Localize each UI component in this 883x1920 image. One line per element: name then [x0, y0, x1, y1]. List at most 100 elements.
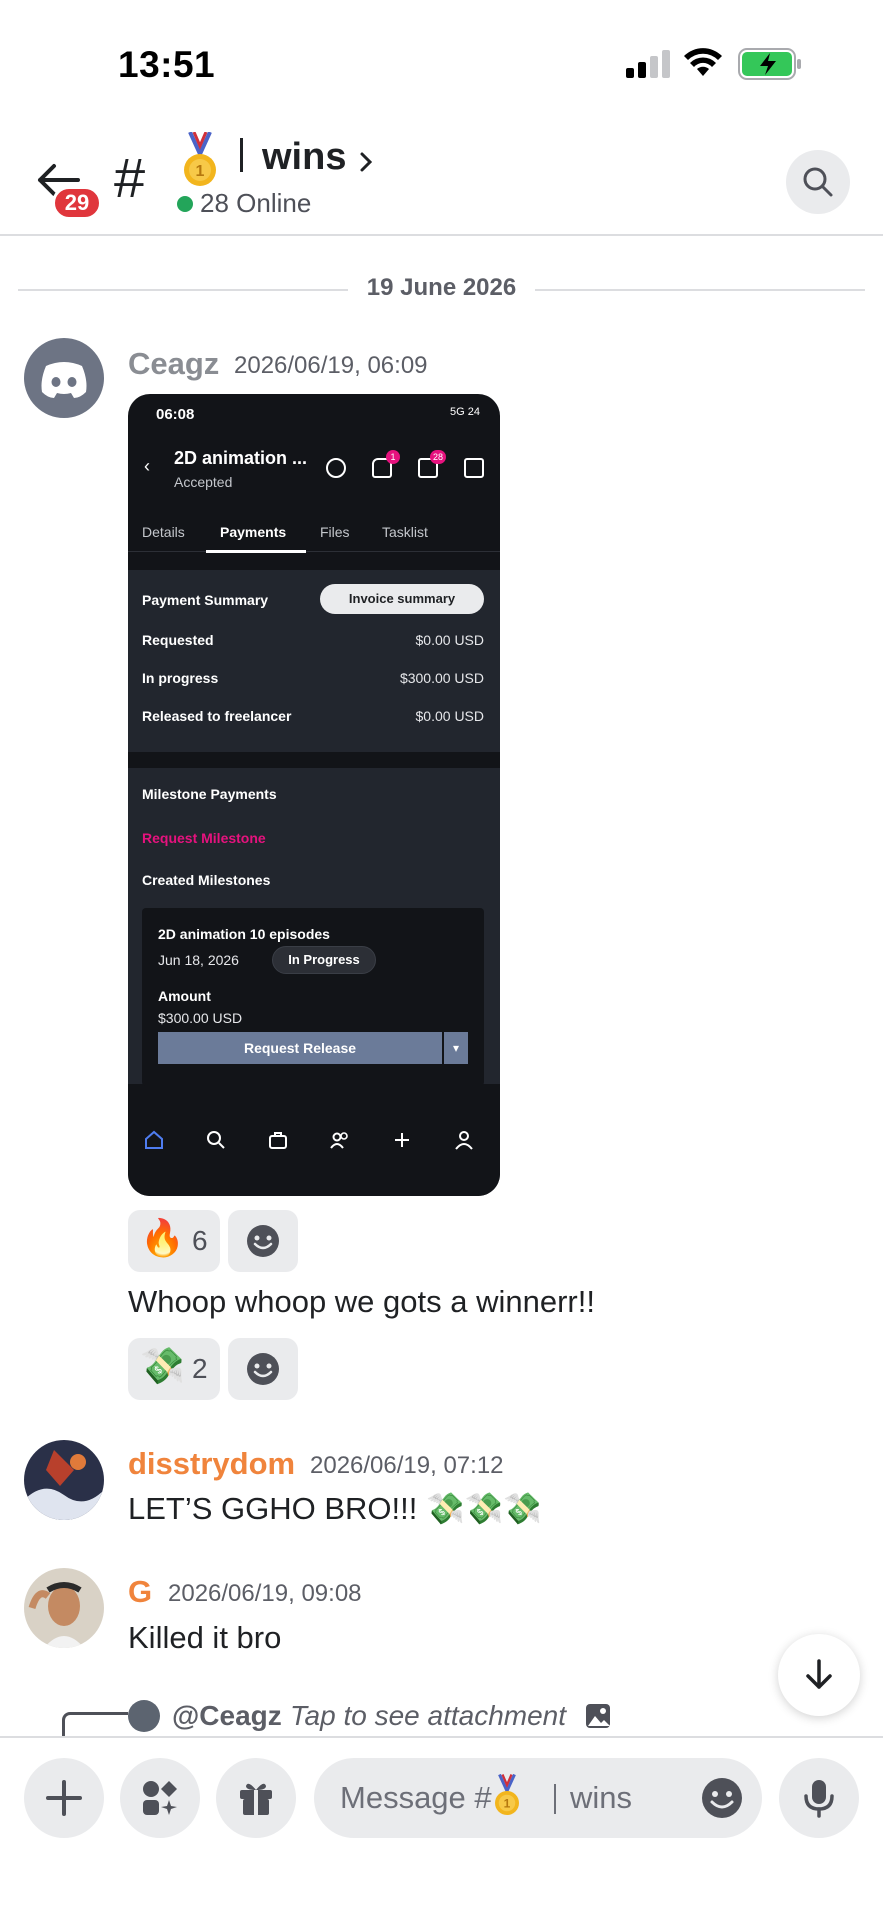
folder-badge: 28	[430, 450, 447, 464]
user-avatar-image	[24, 1440, 104, 1520]
svg-text:1: 1	[196, 163, 205, 180]
reaction-fire[interactable]: 🔥 6	[128, 1210, 220, 1272]
reply-mention[interactable]: @Ceagz	[172, 1700, 282, 1732]
attachment-project-status: Accepted	[174, 474, 233, 490]
message-text: Killed it bro	[128, 1620, 282, 1655]
reply-preview-text[interactable]: Tap to see attachment	[290, 1700, 566, 1732]
attachment-project-title: 2D animation ...	[174, 448, 308, 468]
smiley-icon	[247, 1353, 279, 1385]
chevron-right-icon[interactable]	[356, 150, 376, 174]
add-attachment-button[interactable]	[24, 1758, 104, 1838]
request-milestone-link: Request Milestone	[142, 830, 266, 846]
plus-icon	[46, 1780, 82, 1816]
milestone-card: 2D animation 10 episodes Jun 18, 2026 In…	[142, 908, 484, 1086]
avatar[interactable]	[24, 1440, 104, 1520]
message-input-divider	[554, 1784, 556, 1814]
microphone-icon	[804, 1780, 834, 1818]
money-wings-emoji-icon: 💸	[140, 1345, 185, 1386]
online-count: 28 Online	[200, 188, 312, 218]
search-icon	[207, 1131, 225, 1149]
add-reaction-button[interactable]	[228, 1338, 298, 1400]
attachment-back-icon: ‹	[144, 456, 150, 476]
request-release-button: Request Release	[158, 1032, 442, 1064]
milestone-payments-label: Milestone Payments	[142, 786, 277, 802]
emoji-picker-icon[interactable]	[700, 1776, 744, 1820]
reaction-money[interactable]: 💸 2	[128, 1338, 220, 1400]
message-timestamp: 2026/06/19, 09:08	[168, 1580, 362, 1607]
search-button[interactable]	[786, 150, 850, 214]
people-icon	[330, 1132, 348, 1149]
avatar[interactable]	[24, 338, 104, 418]
attachment-tab: Details	[142, 524, 185, 540]
created-milestones-label: Created Milestones	[142, 872, 271, 888]
attachment-tab: Tasklist	[382, 524, 428, 540]
reply-connector	[62, 1712, 128, 1738]
gold-medal-icon: 1	[495, 1774, 519, 1815]
payment-row-value: $0.00 USD	[415, 632, 484, 648]
add-reaction-button[interactable]	[228, 1210, 298, 1272]
message-text: Whoop whoop we gots a winnerr!!	[128, 1284, 595, 1319]
milestone-amount: $300.00 USD	[158, 1010, 243, 1026]
image-attachment[interactable]: 06:08 5G 24 ‹ 2D animation ... Accepted …	[128, 394, 500, 1196]
unread-count-badge: 29	[52, 186, 102, 220]
milestone-status-badge: In Progress	[272, 946, 376, 974]
info-icon	[326, 458, 346, 478]
reply-avatar	[128, 1700, 160, 1732]
date-divider-text: 19 June 2026	[348, 274, 535, 301]
message-input[interactable]: Message # 1 wins	[314, 1758, 762, 1838]
svg-text:1: 1	[504, 1797, 511, 1811]
gift-icon	[240, 1783, 272, 1815]
message-input-channel: wins	[570, 1780, 633, 1815]
attachment-status-time: 06:08	[156, 406, 195, 423]
payment-row-value: $0.00 USD	[415, 708, 484, 724]
gift-button[interactable]	[216, 1758, 296, 1838]
message-timestamp: 2026/06/19, 06:09	[234, 352, 428, 379]
payment-row-label: In progress	[142, 670, 219, 686]
milestone-date: Jun 18, 2026	[158, 952, 239, 968]
message-username[interactable]: disstrydom	[128, 1446, 295, 1482]
reaction-count: 2	[192, 1353, 208, 1384]
message-username[interactable]: Ceagz	[128, 346, 219, 382]
channel-name-divider	[240, 138, 243, 172]
avatar[interactable]	[24, 1568, 104, 1648]
channel-name[interactable]: wins	[262, 136, 346, 179]
cellular-signal-icon	[626, 50, 670, 78]
user-avatar-image	[24, 1568, 104, 1648]
voice-message-button[interactable]	[779, 1758, 859, 1838]
payment-summary-label: Payment Summary	[142, 592, 269, 608]
apps-icon	[143, 1781, 177, 1815]
search-icon	[803, 167, 833, 197]
message-text: LET’S GGHO BRO!!! 💸💸💸	[128, 1491, 542, 1526]
profile-icon	[455, 1131, 473, 1150]
attachment-tab-underline	[206, 550, 306, 553]
fire-emoji-icon: 🔥	[140, 1217, 185, 1258]
invoice-summary-button: Invoice summary	[320, 584, 484, 614]
status-time: 13:51	[118, 44, 216, 85]
channel-header: 29 # 1 wins 28 Online	[0, 120, 883, 236]
attachment-tab: Files	[320, 524, 350, 540]
plus-icon	[395, 1133, 409, 1147]
attachment-bottom-nav	[128, 1100, 500, 1196]
date-divider: 19 June 2026	[18, 272, 865, 308]
milestone-title: 2D animation 10 episodes	[158, 926, 330, 942]
attachment-tab: Payments	[220, 524, 287, 540]
jump-to-present-button[interactable]	[778, 1634, 860, 1716]
message-composer: Message # 1 wins	[0, 1736, 883, 1920]
channel-hash-icon: #	[114, 146, 146, 209]
attachment-status-right: 5G 24	[450, 406, 480, 418]
discord-logo-icon	[41, 362, 87, 398]
milestone-amount-label: Amount	[158, 988, 211, 1004]
smiley-icon	[247, 1225, 279, 1257]
payment-row-label: Requested	[142, 632, 214, 648]
gold-medal-icon: 1	[184, 132, 216, 186]
message-timestamp: 2026/06/19, 07:12	[310, 1452, 504, 1479]
chevron-down-icon: ▾	[444, 1032, 468, 1064]
message-input-placeholder: Message #	[340, 1780, 492, 1815]
chat-icon	[464, 458, 484, 478]
briefcase-icon	[269, 1132, 287, 1149]
message-username[interactable]: G	[128, 1574, 152, 1610]
apps-button[interactable]	[120, 1758, 200, 1838]
online-status-dot	[177, 196, 193, 212]
payment-row-label: Released to freelancer	[142, 708, 292, 724]
bell-badge: 1	[386, 450, 400, 464]
